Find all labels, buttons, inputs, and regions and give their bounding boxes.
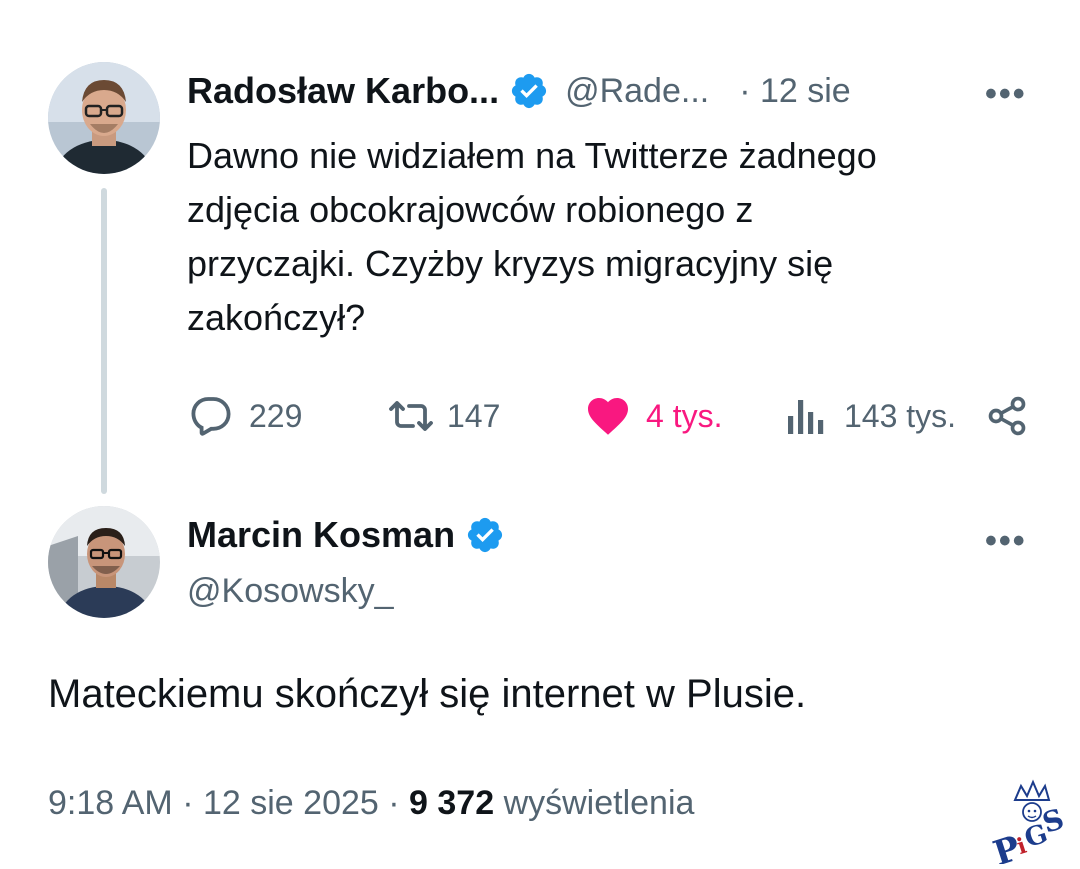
author-name[interactable]: Radosław Karbo...	[187, 70, 499, 112]
pigs-watermark-logo: P i G S	[985, 778, 1073, 869]
author-name[interactable]: Marcin Kosman	[187, 514, 455, 556]
separator: ·	[182, 784, 194, 822]
views-chart-icon	[788, 400, 824, 434]
tweet-time[interactable]: 9:18 AM	[48, 784, 173, 822]
repost-count: 147	[447, 397, 501, 434]
share-icon	[988, 396, 1026, 436]
share-button[interactable]	[985, 392, 1029, 440]
views-label: wyświetlenia	[503, 784, 695, 822]
like-count: 4 tys.	[646, 397, 723, 434]
tweet-meta: 9:18 AM · 12 sie 2025 · 9 372 wyświetlen…	[48, 784, 694, 823]
avatar-radoslaw[interactable]	[48, 62, 160, 174]
reply-icon	[191, 397, 231, 436]
tweet-full-date[interactable]: 12 sie 2025	[203, 784, 379, 822]
main-tweet-text: Mateckiemu skończył się internet w Plusi…	[48, 672, 807, 716]
reply-button[interactable]: 229	[187, 392, 302, 440]
views-button[interactable]: 143 tys.	[784, 392, 956, 440]
views-count: 9 372	[409, 784, 495, 822]
parent-tweet-text: Dawno nie widziałem na Twitterze żadnego…	[187, 135, 877, 338]
tweet-date[interactable]: · 12 sie	[739, 72, 851, 111]
tweet-actions: 229 147 4 tys. 143 tys.	[187, 390, 1037, 442]
author-handle[interactable]: @Rade...	[565, 72, 709, 111]
like-button[interactable]: 4 tys.	[584, 392, 722, 440]
more-options-icon[interactable]: •••	[985, 75, 1027, 114]
main-tweet-header: Marcin Kosman	[187, 514, 505, 556]
thread-line	[101, 188, 107, 494]
views-count: 143 tys.	[844, 397, 957, 434]
reply-count: 229	[249, 397, 303, 434]
separator: ·	[388, 784, 400, 822]
repost-button[interactable]: 147	[385, 392, 500, 440]
verified-badge-icon	[509, 71, 549, 111]
more-options-icon[interactable]: •••	[985, 522, 1027, 561]
heart-filled-icon	[588, 398, 628, 435]
repost-icon	[389, 401, 433, 431]
author-handle[interactable]: @Kosowsky_	[187, 572, 393, 611]
parent-tweet-header: Radosław Karbo... @Rade... · 12 sie	[187, 70, 1037, 112]
avatar-marcin[interactable]	[48, 506, 160, 618]
verified-badge-icon	[465, 515, 505, 555]
